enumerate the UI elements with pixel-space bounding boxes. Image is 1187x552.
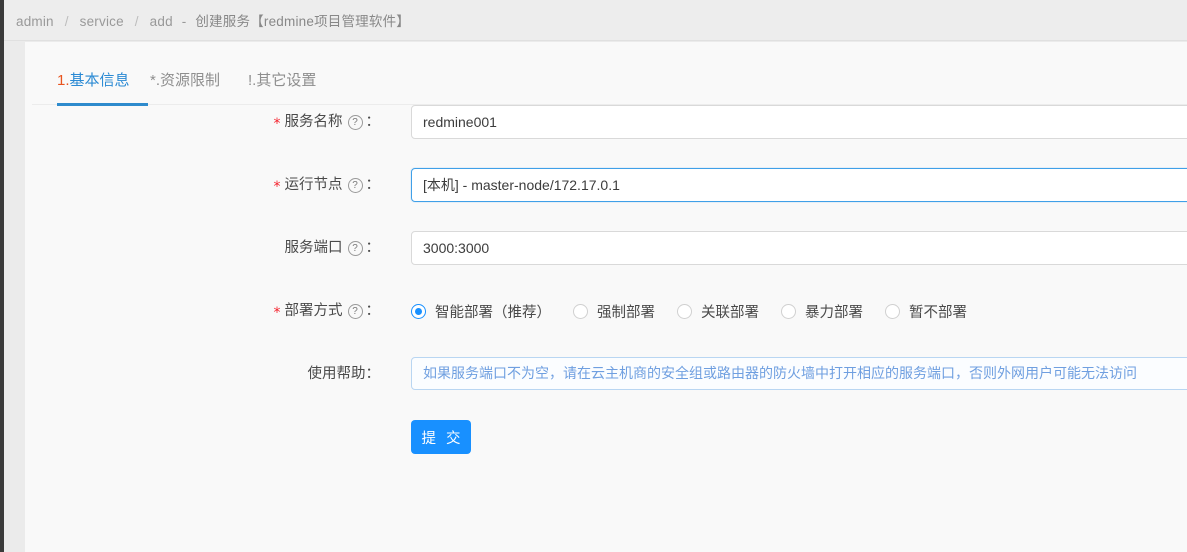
breadcrumb: admin / service / add - 创建服务【redmine项目管理… <box>4 10 410 30</box>
tab-resource-limit[interactable]: *.资源限制 <box>150 58 220 104</box>
breadcrumb-separator-2: / <box>134 14 139 29</box>
radio-mark-icon <box>677 303 692 319</box>
breadcrumb-bar: admin / service / add - 创建服务【redmine项目管理… <box>4 0 1187 41</box>
usage-help-text <box>411 357 1187 390</box>
label-usage-help: 使用帮助： <box>25 357 381 391</box>
breadcrumb-dash: - <box>181 14 187 29</box>
form-row-deploy-mode: * 部署方式?： 智能部署（推荐） 强制部署 关联部署 暴力部署 暂不部署 <box>25 294 1187 357</box>
label-run-node: * 运行节点?： <box>25 168 381 202</box>
radio-mark-icon <box>781 303 796 319</box>
radio-mark-icon <box>411 303 426 319</box>
radio-mark-icon <box>885 303 900 319</box>
radio-deploy-related[interactable]: 关联部署 <box>677 301 759 322</box>
service-port-input[interactable] <box>411 231 1187 265</box>
service-name-input[interactable] <box>411 105 1187 139</box>
label-deploy-mode-text: 部署方式 <box>284 303 343 319</box>
field-run-node <box>411 168 1187 202</box>
tab-other-settings-label: 其它设置 <box>256 72 317 89</box>
form-row-service-port: 服务端口?： <box>25 231 1187 294</box>
label-deploy-mode: * 部署方式?： <box>25 294 381 328</box>
field-usage-help <box>411 357 1187 390</box>
label-service-name-text: 服务名称 <box>284 114 343 130</box>
radio-deploy-force[interactable]: 强制部署 <box>573 301 655 322</box>
label-service-port: 服务端口?： <box>25 231 380 265</box>
page-title: 创建服务【redmine项目管理软件】 <box>195 14 410 29</box>
required-mark: * <box>273 116 281 132</box>
label-service-port-text: 服务端口 <box>284 240 343 256</box>
radio-deploy-violent[interactable]: 暴力部署 <box>781 301 863 322</box>
field-service-name <box>411 105 1187 139</box>
breadcrumb-item-admin[interactable]: admin <box>16 14 54 29</box>
breadcrumb-item-add[interactable]: add <box>150 14 173 29</box>
tab-basic-info-label: 基本信息 <box>69 72 130 89</box>
tab-resource-limit-prefix: *. <box>150 72 161 89</box>
radio-deploy-none[interactable]: 暂不部署 <box>885 301 967 322</box>
question-circle-icon[interactable]: ? <box>347 178 363 193</box>
required-mark: * <box>273 179 281 195</box>
tab-basic-info-prefix: 1. <box>57 72 70 89</box>
question-circle-icon[interactable]: ? <box>347 304 363 319</box>
label-colon: ： <box>365 114 381 130</box>
radio-deploy-related-label: 关联部署 <box>701 304 759 321</box>
create-service-form: *服务名称?： *运行节点?： 服务端口?： <box>25 105 1187 480</box>
label-usage-help-text: 使用帮助 <box>307 366 366 382</box>
label-colon: ： <box>365 177 381 193</box>
required-mark: * <box>273 305 281 321</box>
tab-basic-info[interactable]: 1.基本信息 <box>57 58 130 104</box>
tab-other-settings[interactable]: !.其它设置 <box>248 58 316 104</box>
radio-deploy-none-label: 暂不部署 <box>909 304 967 321</box>
tab-resource-limit-label: 资源限制 <box>160 72 221 89</box>
radio-deploy-violent-label: 暴力部署 <box>805 304 863 321</box>
label-colon: ： <box>365 303 381 319</box>
radio-deploy-force-label: 强制部署 <box>597 304 655 321</box>
field-service-port <box>411 231 1187 265</box>
radio-deploy-smart[interactable]: 智能部署（推荐） <box>411 301 551 322</box>
deploy-mode-radio-group: 智能部署（推荐） 强制部署 关联部署 暴力部署 暂不部署 <box>411 294 989 328</box>
breadcrumb-item-service[interactable]: service <box>80 14 124 29</box>
breadcrumb-separator-1: / <box>64 14 69 29</box>
label-colon: ： <box>365 240 381 256</box>
form-row-service-name: * 服务名称?： <box>25 105 1187 168</box>
radio-deploy-smart-label: 智能部署（推荐） <box>435 304 551 321</box>
form-row-usage-help: 使用帮助： <box>25 357 1187 420</box>
radio-mark-icon <box>573 303 588 319</box>
form-row-submit: 提 交 <box>25 420 1187 480</box>
tab-bar: 1.基本信息 *.资源限制 !.其它设置 <box>32 58 1187 106</box>
content-card: 1.基本信息 *.资源限制 !.其它设置 * 服务名称?： redmine001… <box>25 42 1187 552</box>
question-circle-icon[interactable]: ? <box>347 115 363 130</box>
run-node-input[interactable] <box>411 168 1187 202</box>
left-edge-strip <box>0 0 4 552</box>
label-run-node-text: 运行节点 <box>284 177 343 193</box>
label-service-name: * 服务名称?： <box>25 105 381 139</box>
app-viewport: admin / service / add - 创建服务【redmine项目管理… <box>0 0 1187 552</box>
form-row-run-node: * 运行节点?： <box>25 168 1187 231</box>
submit-button[interactable]: 提 交 <box>411 420 471 454</box>
label-colon: ： <box>365 366 381 382</box>
question-circle-icon[interactable]: ? <box>347 241 363 256</box>
